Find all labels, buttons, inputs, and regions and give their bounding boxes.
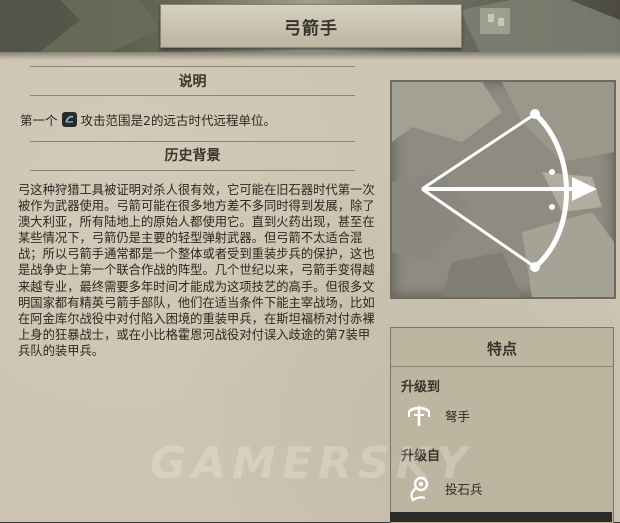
upgrade-to-label: 升级到 <box>401 380 441 395</box>
description-prefix: 第一个 <box>20 113 58 128</box>
description-body: 攻击范围是2的远古时代远程单位。 <box>80 113 276 128</box>
divider <box>30 95 355 96</box>
features-heading: 特点 <box>486 340 517 358</box>
features-panel: 特点 升级到 弩手 升级自 投石兵 <box>390 327 614 523</box>
bow-and-arrow-icon <box>421 109 597 272</box>
page-title: 弓箭手 <box>160 4 462 48</box>
divider <box>30 170 355 171</box>
watermark: GAMERSKY <box>150 438 474 489</box>
features-footer-bar <box>390 512 612 522</box>
crossbow-icon <box>408 406 430 426</box>
description-heading: 说明 <box>178 74 207 90</box>
panel-top-shadow <box>0 52 620 60</box>
description-text: 第一个 攻击范围是2的远古时代远程单位。 <box>20 110 276 129</box>
unit-illustration <box>390 80 616 299</box>
upgrade-to-item[interactable]: 弩手 <box>405 401 470 429</box>
map-tile-right <box>460 0 620 52</box>
ranged-unit-icon[interactable] <box>61 112 77 127</box>
divider <box>30 66 355 67</box>
map-tile-left <box>0 0 160 52</box>
history-heading: 历史背景 <box>164 148 221 164</box>
divider <box>391 366 613 367</box>
upgrade-to-name: 弩手 <box>445 408 471 424</box>
history-text: 弓这种狩猎工具被证明对杀人很有效，它可能在旧石器时代第一次被作为武器使用。弓箭可… <box>18 183 375 358</box>
